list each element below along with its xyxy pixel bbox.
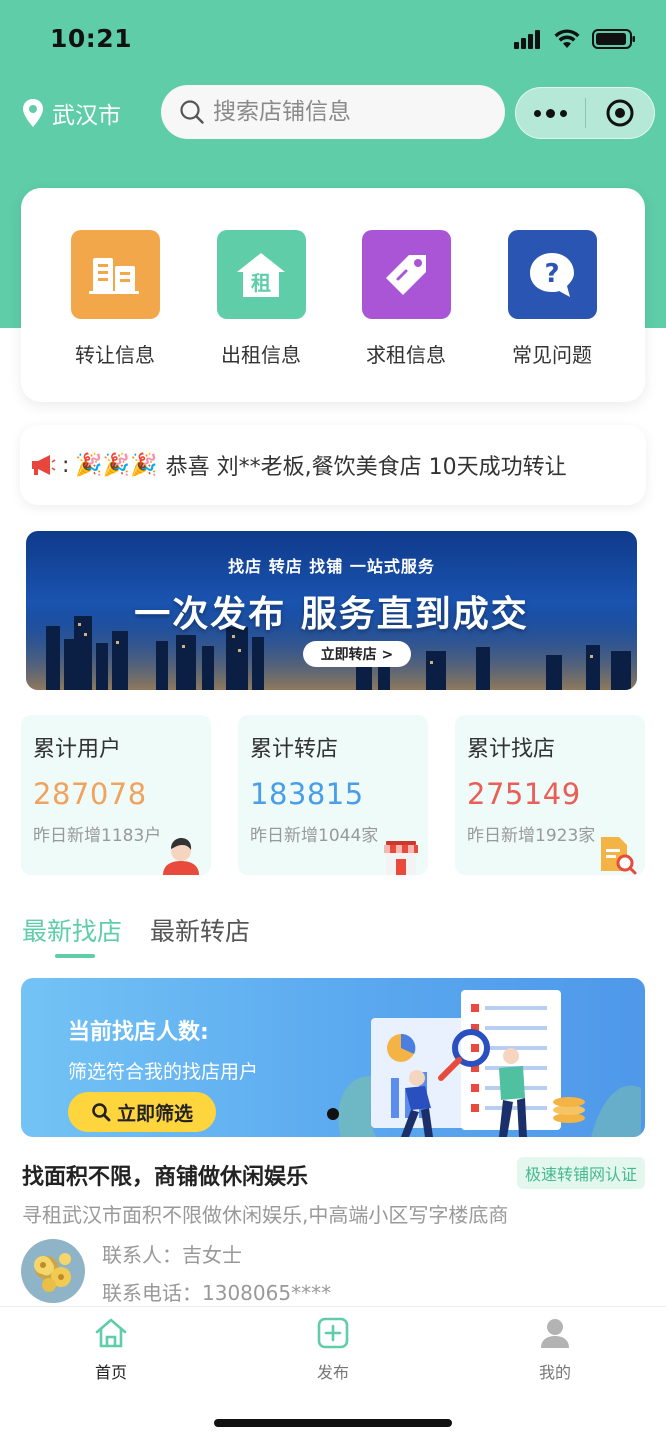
svg-text:?: ? xyxy=(544,259,559,289)
menu-label: 出租信息 xyxy=(221,343,301,367)
house-rent-char: 租 xyxy=(251,271,271,295)
stat-card-users: 累计用户 287078 昨日新增1183户 xyxy=(21,715,211,875)
home-indicator xyxy=(214,1419,452,1427)
menu-label: 求租信息 xyxy=(366,343,446,367)
tab-latest-transfer[interactable]: 最新转店 xyxy=(150,912,250,948)
tabbar-item-home[interactable]: 首页 xyxy=(51,1317,171,1383)
tab-latest-seek[interactable]: 最新找店 xyxy=(22,912,122,948)
search-icon xyxy=(180,100,204,124)
quick-menu-card: 转让信息 租 出租信息 求租信息 ? 常见问题 xyxy=(21,188,645,402)
menu-icon-bg xyxy=(70,230,160,319)
contact-person: 联系人：吉女士 xyxy=(102,1239,242,1268)
flower-photo xyxy=(34,1253,71,1292)
promo-banner[interactable]: 当前找店人数: 筛选符合我的找店用户 立即筛选 xyxy=(21,978,645,1137)
user-avatar-icon xyxy=(163,838,199,875)
person-icon xyxy=(541,1319,569,1348)
status-time: 10:21 xyxy=(50,24,133,53)
notice-colon: : xyxy=(62,452,70,478)
wifi-icon xyxy=(554,29,580,48)
tabbar-item-profile[interactable]: 我的 xyxy=(495,1317,615,1383)
avatar xyxy=(21,1239,85,1303)
city-name: 武汉市 xyxy=(52,103,121,129)
tabbar-label: 首页 xyxy=(94,1363,127,1382)
battery-icon xyxy=(592,29,635,49)
filter-button[interactable]: 立即筛选 xyxy=(68,1092,216,1132)
menu-label: 转让信息 xyxy=(75,343,155,367)
stat-value: 183815 xyxy=(250,777,364,811)
data-analysis-illustration xyxy=(338,990,641,1137)
more-menu-button[interactable] xyxy=(516,88,585,138)
listing-description: 寻租武汉市面积不限做休闲娱乐,中高端小区写字楼底商 xyxy=(22,1203,509,1227)
phone-number: 1308065**** xyxy=(202,1281,332,1305)
menu-item-faq[interactable]: ? 常见问题 xyxy=(492,230,612,368)
party-popper-icon: 🎉🎉🎉 xyxy=(75,452,158,478)
city-selector[interactable]: 武汉市 xyxy=(22,96,121,130)
banner-transfer-button[interactable]: 立即转店 > xyxy=(303,641,411,667)
banner-title: 一次发布 服务直到成交 xyxy=(134,594,529,635)
house-rent-icon: 租 xyxy=(237,252,285,297)
stat-value: 275149 xyxy=(467,777,581,811)
stat-card-seekers: 累计找店 275149 昨日新增1923家 xyxy=(455,715,645,875)
target-circle-icon xyxy=(606,99,634,127)
phone-label: 联系电话： xyxy=(102,1281,202,1305)
tabbar-label: 发布 xyxy=(316,1363,349,1382)
tabbar-label: 我的 xyxy=(538,1363,571,1382)
plus-square-icon xyxy=(317,1317,349,1349)
menu-item-transfer[interactable]: 转让信息 xyxy=(55,230,175,368)
carousel-dot[interactable] xyxy=(327,1108,339,1120)
menu-icon-bg xyxy=(361,230,451,319)
active-tab-indicator xyxy=(55,954,95,958)
search-input[interactable] xyxy=(213,99,493,125)
hero-banner[interactable]: 找店 转店 找铺 一站式服务 一次发布 服务直到成交 立即转店 > xyxy=(26,531,637,690)
menu-icon-bg: ? xyxy=(507,230,597,319)
search-box[interactable] xyxy=(161,85,505,139)
location-pin-icon xyxy=(23,99,43,127)
promo-title: 当前找店人数: xyxy=(68,1020,209,1045)
filter-button-label: 立即筛选 xyxy=(116,1102,193,1125)
status-bar: 10:21 xyxy=(0,0,666,80)
menu-item-rent-out[interactable]: 租 出租信息 xyxy=(201,230,321,368)
nav-row: 武汉市 xyxy=(0,84,666,140)
megaphone-icon xyxy=(32,455,56,475)
contact-name: 吉女士 xyxy=(182,1243,242,1267)
stat-title: 累计找店 xyxy=(467,737,556,762)
verified-badge: 极速转铺网认证 xyxy=(516,1157,645,1189)
listing-title: 找面积不限，商铺做休闲娱乐 xyxy=(22,1165,309,1190)
more-dots-icon xyxy=(534,109,541,117)
miniprogram-capsule xyxy=(515,87,655,139)
signal-icon xyxy=(514,30,540,49)
stat-title: 累计用户 xyxy=(33,737,122,762)
list-item[interactable]: 找面积不限，商铺做休闲娱乐 极速转铺网认证 寻租武汉市面积不限做休闲娱乐,中高端… xyxy=(21,1155,645,1305)
document-search-icon xyxy=(601,837,637,875)
stat-value: 287078 xyxy=(33,777,147,811)
contact-label: 联系人： xyxy=(102,1243,182,1267)
announcement-bar[interactable]: : 🎉🎉🎉 恭喜 刘**老板,餐饮美食店 10天成功转让 xyxy=(20,425,646,505)
banner-subtitle: 找店 转店 找铺 一站式服务 xyxy=(228,557,435,576)
tag-icon xyxy=(386,254,426,295)
search-icon xyxy=(92,1103,111,1122)
storefront-icon xyxy=(384,841,418,875)
stat-card-transfers: 累计转店 183815 昨日新增1044家 xyxy=(238,715,428,875)
menu-item-seek-rent[interactable]: 求租信息 xyxy=(346,230,466,368)
stat-title: 累计转店 xyxy=(250,737,339,762)
bottom-tab-bar: 首页 发布 我的 xyxy=(0,1306,666,1441)
menu-label: 常见问题 xyxy=(512,343,592,367)
question-bubble-icon: ? xyxy=(530,252,574,297)
status-icons xyxy=(514,28,636,50)
notice-text: 恭喜 刘**老板,餐饮美食店 10天成功转让 xyxy=(165,455,567,480)
menu-icon-bg: 租 xyxy=(216,230,306,319)
promo-subtitle: 筛选符合我的找店用户 xyxy=(68,1061,259,1083)
home-icon xyxy=(95,1318,127,1348)
building-icon xyxy=(89,257,139,294)
contact-phone: 联系电话：1308065**** xyxy=(102,1277,331,1306)
tabbar-item-publish[interactable]: 发布 xyxy=(273,1317,393,1383)
close-miniprogram-button[interactable] xyxy=(586,88,654,138)
